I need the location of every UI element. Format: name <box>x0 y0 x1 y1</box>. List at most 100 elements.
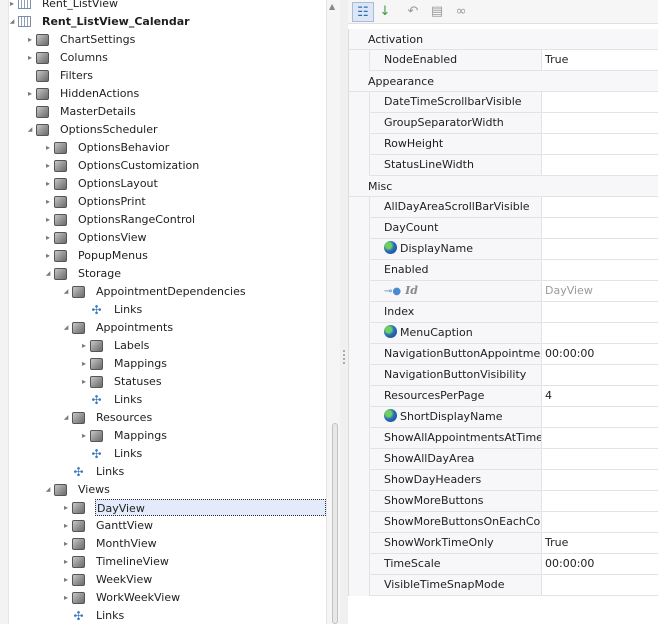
tree-node-label[interactable]: Links <box>95 463 125 480</box>
tree-node-label[interactable]: TimelineView <box>95 553 170 570</box>
tree-node-label[interactable]: Links <box>113 445 143 462</box>
property-value[interactable] <box>545 134 658 154</box>
property-value[interactable] <box>545 365 658 385</box>
tree-node-label[interactable]: Storage <box>77 265 122 282</box>
property-value[interactable] <box>545 260 658 280</box>
property-value[interactable] <box>545 218 658 238</box>
property-value[interactable]: 4 <box>545 386 658 406</box>
tree-node-label[interactable]: Links <box>113 301 143 318</box>
property-row[interactable]: ShowAllDayArea <box>349 449 658 470</box>
property-row[interactable]: NodeEnabled True <box>349 50 658 71</box>
tree-node-label[interactable]: Labels <box>113 337 150 354</box>
tree-node[interactable]: ▸ Labels <box>0 337 326 355</box>
expand-arrow-icon[interactable]: ▸ <box>25 85 35 103</box>
tree-node-label[interactable]: OptionsRangeControl <box>77 211 196 228</box>
property-row[interactable]: ShortDisplayName <box>349 407 658 428</box>
property-row[interactable]: ResourcesPerPage 4 <box>349 386 658 407</box>
property-value[interactable] <box>545 92 658 112</box>
property-category[interactable]: Misc <box>349 176 658 197</box>
property-value[interactable] <box>545 512 658 532</box>
tree-node[interactable]: ✣ Links <box>0 301 326 319</box>
tree-node[interactable]: ▸ Columns <box>0 49 326 67</box>
tree-node-label[interactable]: Statuses <box>113 373 163 390</box>
expand-arrow-icon[interactable]: ▸ <box>43 193 53 211</box>
tree-node[interactable]: ▸ WeekView <box>0 571 326 589</box>
tree-node[interactable]: ◢ Storage <box>0 265 326 283</box>
tree-node[interactable]: ◢ Resources <box>0 409 326 427</box>
expand-arrow-icon[interactable]: ▸ <box>25 49 35 67</box>
tree-node-label[interactable]: Rent_ListView <box>41 0 119 12</box>
expand-arrow-icon[interactable]: ▸ <box>79 337 89 355</box>
property-row[interactable]: ShowMoreButtons <box>349 491 658 512</box>
expand-arrow-icon[interactable]: ▸ <box>79 355 89 373</box>
expand-arrow-icon[interactable]: ▸ <box>43 139 53 157</box>
property-row[interactable]: VisibleTimeSnapMode <box>349 575 658 596</box>
tree-node[interactable]: ▸ GanttView <box>0 517 326 535</box>
tree-node[interactable]: ▸ PopupMenus <box>0 247 326 265</box>
tree-node[interactable]: ◢ Rent_ListView_Calendar <box>0 13 326 31</box>
alphabetical-button[interactable]: ↓ <box>374 2 396 22</box>
tree-node-label[interactable]: DayView <box>95 499 326 516</box>
property-row[interactable]: ⊸● Id DayView <box>349 281 658 302</box>
property-value[interactable] <box>545 113 658 133</box>
tree-scrollbar[interactable]: ▲ <box>326 0 340 624</box>
property-category[interactable]: Activation <box>349 29 658 50</box>
property-row[interactable]: ShowMoreButtonsOnEachColumn <box>349 512 658 533</box>
tree-node-label[interactable]: Links <box>113 391 143 408</box>
collapse-arrow-icon[interactable]: ◢ <box>25 121 35 139</box>
property-row[interactable]: DayCount <box>349 218 658 239</box>
scrollbar-thumb[interactable] <box>332 423 338 624</box>
property-value[interactable] <box>545 323 658 343</box>
property-value[interactable] <box>545 575 658 595</box>
tree-node[interactable]: ▸ WorkWeekView <box>0 589 326 607</box>
tree-node[interactable]: ▸ TimelineView <box>0 553 326 571</box>
tree-node-label[interactable]: OptionsView <box>77 229 148 246</box>
expand-arrow-icon[interactable]: ▸ <box>61 553 71 571</box>
tree-node[interactable]: ▸ OptionsCustomization <box>0 157 326 175</box>
property-row[interactable]: AllDayAreaScrollBarVisible <box>349 197 658 218</box>
property-value[interactable] <box>545 428 658 448</box>
tree-node[interactable]: ▸ OptionsView <box>0 229 326 247</box>
tree-node-label[interactable]: WeekView <box>95 571 153 588</box>
tree-node-label[interactable]: Mappings <box>113 355 168 372</box>
expand-arrow-icon[interactable]: ▸ <box>61 589 71 607</box>
tree-node[interactable]: ✣ Links <box>0 463 326 481</box>
tree-node[interactable]: ▸ Statuses <box>0 373 326 391</box>
tree-node[interactable]: MasterDetails <box>0 103 326 121</box>
link-button[interactable]: ∞ <box>450 2 472 22</box>
tree-node-label[interactable]: Filters <box>59 67 94 84</box>
tree-node-label[interactable]: Views <box>77 481 111 498</box>
expand-arrow-icon[interactable]: ▸ <box>61 535 71 553</box>
expand-arrow-icon[interactable]: ▸ <box>7 0 17 13</box>
collapse-arrow-icon[interactable]: ◢ <box>43 481 53 499</box>
property-value[interactable]: 00:00:00 <box>545 554 658 574</box>
tree-node[interactable]: ▸ Rent_ListView <box>0 0 326 13</box>
tree-node-label[interactable]: Columns <box>59 49 109 66</box>
tree-node[interactable]: ▸ ChartSettings <box>0 31 326 49</box>
property-category[interactable]: Appearance <box>349 71 658 92</box>
tree-node-label[interactable]: MasterDetails <box>59 103 137 120</box>
tree-node-label[interactable]: Rent_ListView_Calendar <box>41 13 191 30</box>
tree-node-label[interactable]: Links <box>95 607 125 624</box>
tree-node-label[interactable]: ChartSettings <box>59 31 136 48</box>
tree-node[interactable]: ▸ Mappings <box>0 427 326 445</box>
property-value[interactable] <box>545 491 658 511</box>
tree-node[interactable]: ✣ Links <box>0 445 326 463</box>
property-value[interactable] <box>545 407 658 427</box>
property-row[interactable]: GroupSeparatorWidth <box>349 113 658 134</box>
tree-node-label[interactable]: Appointments <box>95 319 174 336</box>
expand-arrow-icon[interactable]: ▸ <box>43 211 53 229</box>
tree-node[interactable]: ▸ OptionsPrint <box>0 193 326 211</box>
expand-arrow-icon[interactable]: ▸ <box>25 31 35 49</box>
property-row[interactable]: Enabled <box>349 260 658 281</box>
tree-node[interactable]: ▸ OptionsBehavior <box>0 139 326 157</box>
tree-node-label[interactable]: MonthView <box>95 535 158 552</box>
model-tree[interactable]: ▸ Rent_ListView ◢ Rent_ListView_Calendar ▸ Ch… <box>0 0 326 624</box>
property-row[interactable]: DateTimeScrollbarVisible <box>349 92 658 113</box>
expand-arrow-icon[interactable]: ▸ <box>61 499 71 517</box>
tree-node-label[interactable]: OptionsPrint <box>77 193 147 210</box>
tree-node-label[interactable]: OptionsBehavior <box>77 139 170 156</box>
property-row[interactable]: ShowAllAppointmentsAtTimeCells <box>349 428 658 449</box>
tree-node[interactable]: ▸ OptionsRangeControl <box>0 211 326 229</box>
tree-node-label[interactable]: PopupMenus <box>77 247 149 264</box>
